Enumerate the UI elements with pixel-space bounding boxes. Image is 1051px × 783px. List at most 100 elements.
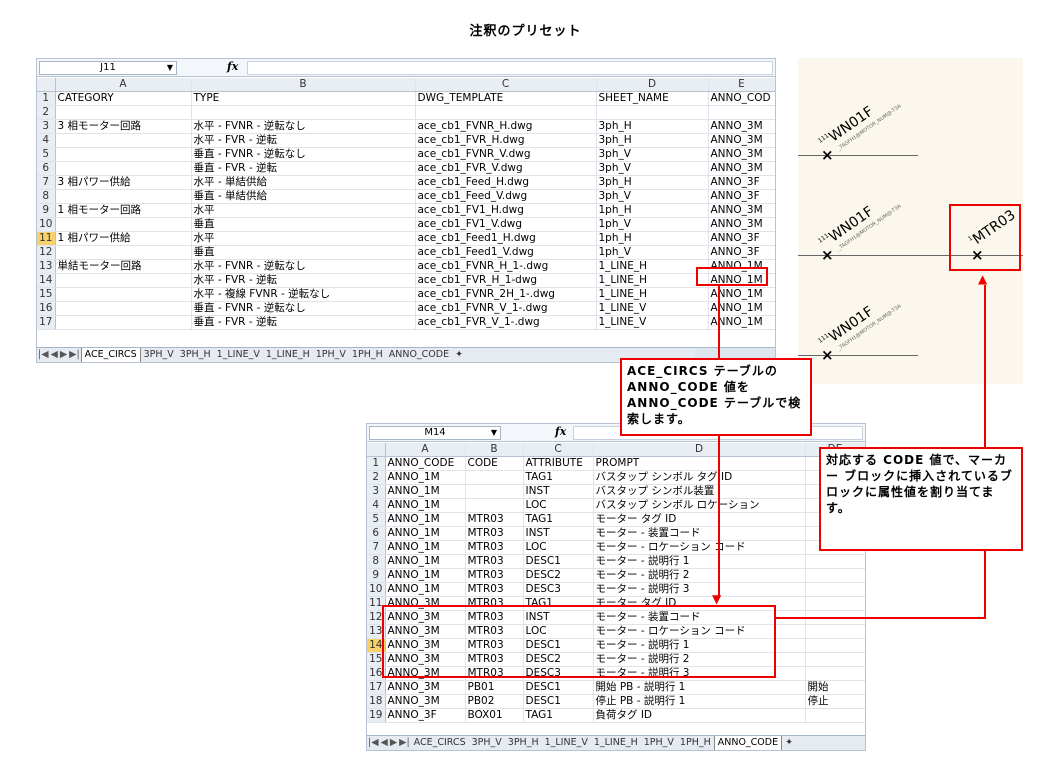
cell[interactable] — [55, 287, 192, 302]
cell[interactable]: PROMPT — [593, 456, 806, 471]
insert-sheet-icon[interactable]: ✦ — [452, 348, 466, 362]
cell[interactable]: DWG_TEMPLATE — [415, 91, 597, 106]
cell[interactable]: ANNO_1M — [385, 498, 466, 513]
cell[interactable]: MTR03 — [465, 554, 524, 569]
cell[interactable]: ANNO_3F — [708, 189, 775, 204]
row-header[interactable]: 5 — [37, 147, 56, 162]
cell[interactable]: ANNO_COD — [708, 91, 775, 106]
cell[interactable]: ANNO_1M — [385, 540, 466, 555]
cell[interactable]: ace_cb1_FVNR_V.dwg — [415, 147, 597, 162]
sheet-tab[interactable]: ANNO_CODE — [713, 736, 783, 750]
tab-nav-icon[interactable]: ▶ — [59, 348, 68, 362]
cell[interactable]: ANNO_3F — [708, 231, 775, 246]
cell[interactable]: ANNO_1M — [385, 512, 466, 527]
cell[interactable]: 停止 — [805, 694, 865, 709]
sheet-tab[interactable]: 1_LINE_H — [591, 736, 641, 750]
tab-nav-icon[interactable]: ▶| — [398, 736, 411, 750]
cell[interactable]: MTR03 — [465, 568, 524, 583]
cell[interactable] — [55, 315, 192, 330]
cell[interactable]: モーター - 説明行 2 — [593, 568, 806, 583]
cell[interactable]: ace_cb1_FVR_V.dwg — [415, 161, 597, 176]
row-header[interactable]: 2 — [367, 470, 386, 485]
column-header[interactable]: C — [523, 443, 594, 457]
cell[interactable]: 3ph_H — [596, 119, 709, 134]
cell[interactable]: BOX01 — [465, 708, 524, 723]
row-header[interactable]: 6 — [367, 526, 386, 541]
cell[interactable] — [55, 217, 192, 232]
cell[interactable]: MTR03 — [465, 582, 524, 597]
cell[interactable]: 停止 PB - 説明行 1 — [593, 694, 806, 709]
row-header[interactable]: 15 — [37, 287, 56, 302]
cell[interactable]: 水平 — [191, 231, 416, 246]
cell[interactable]: TYPE — [191, 91, 416, 106]
cell[interactable]: モーター - 説明行 1 — [593, 554, 806, 569]
cell[interactable]: 3 相モーター回路 — [55, 119, 192, 134]
cell[interactable] — [708, 105, 775, 120]
row-header[interactable]: 17 — [367, 680, 386, 695]
cell[interactable]: ANNO_3M — [385, 694, 466, 709]
select-all-corner[interactable] — [367, 443, 386, 457]
cell[interactable]: ace_cb1_Feed1_V.dwg — [415, 245, 597, 260]
cell[interactable]: ANNO_3F — [385, 708, 466, 723]
name-box[interactable]: M14 ▼ — [369, 426, 501, 440]
cell[interactable] — [805, 652, 865, 667]
cell[interactable] — [55, 189, 192, 204]
cell[interactable]: 1ph_V — [596, 217, 709, 232]
sheet-tab[interactable]: ACE_CIRCS — [80, 348, 141, 362]
column-header[interactable]: D — [596, 78, 709, 92]
cell[interactable]: ace_cb1_FVR_V_1-.dwg — [415, 315, 597, 330]
cell[interactable]: ace_cb1_FV1_H.dwg — [415, 203, 597, 218]
cell[interactable]: ANNO_3M — [708, 147, 775, 162]
fx-icon[interactable]: fx — [555, 425, 566, 438]
cell[interactable]: ANNO_3F — [708, 175, 775, 190]
cell[interactable]: 3 相パワー供給 — [55, 175, 192, 190]
cell[interactable]: バスタップ シンボル タグ ID — [593, 470, 806, 485]
row-header[interactable]: 8 — [37, 189, 56, 204]
column-header[interactable]: E — [708, 78, 775, 92]
sheet-tab[interactable]: 1PH_V — [313, 348, 349, 362]
sheet-tab[interactable]: 1PH_H — [677, 736, 714, 750]
cell[interactable]: MTR03 — [465, 540, 524, 555]
cell[interactable]: 水平 - FVNR - 逆転なし — [191, 119, 416, 134]
cell[interactable]: ANNO_3M — [708, 161, 775, 176]
cell[interactable]: モーター - 説明行 3 — [593, 582, 806, 597]
cell[interactable]: ace_cb1_FVNR_H_1-.dwg — [415, 259, 597, 274]
cell[interactable]: 水平 — [191, 203, 416, 218]
row-header[interactable]: 6 — [37, 161, 56, 176]
row-header[interactable]: 1 — [367, 456, 386, 471]
cell[interactable]: 開始 — [805, 680, 865, 695]
cell[interactable]: 1_LINE_V — [596, 301, 709, 316]
sheet-tab[interactable]: 3PH_V — [141, 348, 177, 362]
cell[interactable]: 開始 PB - 説明行 1 — [593, 680, 806, 695]
cell[interactable]: ace_cb1_Feed_V.dwg — [415, 189, 597, 204]
sheet-tab[interactable]: 3PH_V — [469, 736, 505, 750]
cell[interactable]: 1_LINE_H — [596, 259, 709, 274]
column-header[interactable]: B — [191, 78, 416, 92]
cell[interactable]: 1_LINE_H — [596, 273, 709, 288]
sheet-tab[interactable]: 1PH_H — [349, 348, 386, 362]
cell[interactable] — [55, 133, 192, 148]
cell[interactable] — [55, 301, 192, 316]
cell[interactable]: ANNO_1M — [385, 470, 466, 485]
cell[interactable]: 水平 - FVR - 逆転 — [191, 133, 416, 148]
cell[interactable]: 水平 - 単結供給 — [191, 175, 416, 190]
tab-nav-icon[interactable]: ▶ — [389, 736, 398, 750]
cell[interactable] — [415, 105, 597, 120]
cell[interactable]: 垂直 - FVR - 逆転 — [191, 315, 416, 330]
cell[interactable]: ANNO_1M — [385, 484, 466, 499]
cell[interactable]: 1_LINE_V — [596, 315, 709, 330]
cell[interactable]: 垂直 - FVR - 逆転 — [191, 161, 416, 176]
cell[interactable]: ANNO_1M — [385, 582, 466, 597]
cell[interactable]: 1ph_V — [596, 245, 709, 260]
cell[interactable]: DESC2 — [523, 568, 594, 583]
cell[interactable]: PB02 — [465, 694, 524, 709]
row-header[interactable]: 8 — [367, 554, 386, 569]
cell[interactable]: 垂直 - 単結供給 — [191, 189, 416, 204]
row-header[interactable]: 9 — [37, 203, 56, 218]
cell[interactable]: ANNO_1M — [385, 568, 466, 583]
cell[interactable]: CODE — [465, 456, 524, 471]
cell[interactable]: 1ph_H — [596, 203, 709, 218]
row-header[interactable]: 19 — [367, 708, 386, 723]
cell[interactable]: モーター - ロケーション コード — [593, 540, 806, 555]
cell[interactable]: ANNO_1M — [385, 526, 466, 541]
